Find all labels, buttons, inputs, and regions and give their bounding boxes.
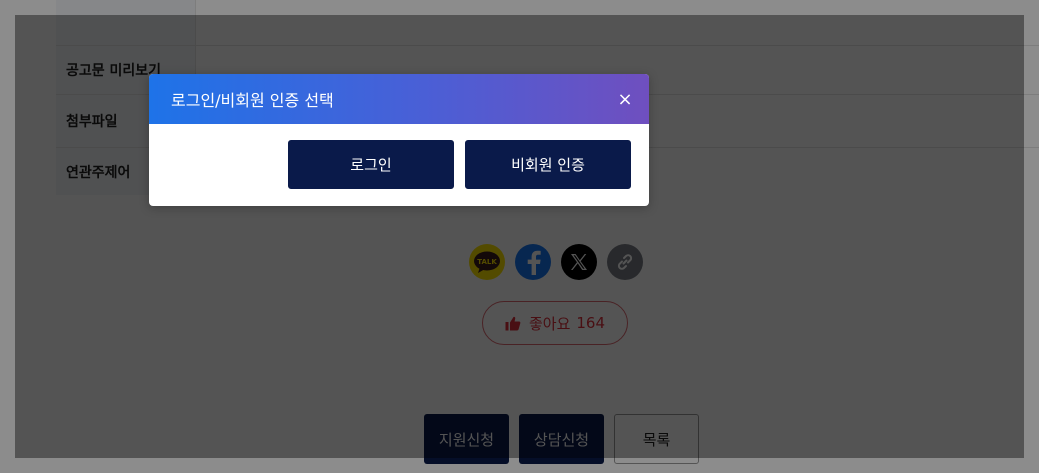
guest-verify-button[interactable]: 비회원 인증 (465, 140, 631, 189)
modal-title: 로그인/비회원 인증 선택 (171, 91, 334, 110)
login-button[interactable]: 로그인 (288, 140, 454, 189)
close-icon[interactable]: × (615, 89, 635, 110)
auth-select-modal: 로그인/비회원 인증 선택 × 로그인 비회원 인증 (149, 74, 649, 206)
modal-header: 로그인/비회원 인증 선택 × (149, 74, 649, 124)
